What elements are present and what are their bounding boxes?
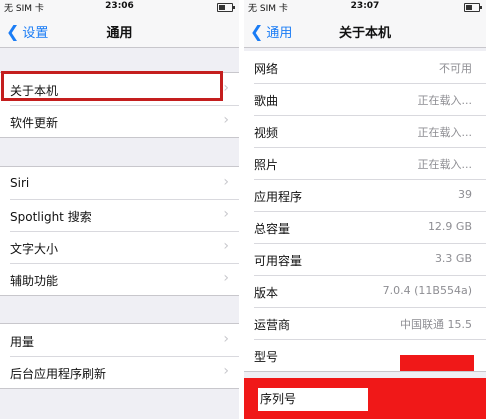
page-title: 关于本机 <box>338 26 391 41</box>
row-value: 3.3 GB <box>434 252 472 265</box>
row-label: 歌曲 <box>254 94 279 108</box>
row-label: 后台应用程序刷新 <box>10 367 107 381</box>
row-label: 文字大小 <box>10 242 59 256</box>
row-usage[interactable]: 用量 › <box>0 324 239 356</box>
row-value: 中国联通 15.5 <box>400 318 472 331</box>
row-value: 不可用 <box>439 62 472 75</box>
row-songs: 歌曲 正在载入... <box>244 83 486 115</box>
row-carrier: 运营商 中国联通 15.5 <box>244 307 486 339</box>
chevron-right-icon: › <box>223 331 229 347</box>
row-label: 软件更新 <box>10 116 59 130</box>
settings-group-siri: Siri › Spotlight 搜索 › 文字大小 › 辅助功能 › <box>0 166 239 296</box>
row-siri[interactable]: Siri › <box>0 167 239 199</box>
row-applications: 应用程序 39 <box>244 179 486 211</box>
chevron-right-icon: › <box>223 363 229 379</box>
row-software-update[interactable]: 软件更新 › <box>0 105 239 137</box>
row-label: 运营商 <box>254 318 291 332</box>
row-label: 总容量 <box>254 222 291 236</box>
row-accessibility[interactable]: 辅助功能 › <box>0 263 239 295</box>
chevron-right-icon: › <box>223 238 229 254</box>
row-network: 网络 不可用 <box>244 51 486 83</box>
about-info-list: 网络 不可用 歌曲 正在载入... 视频 正在载入... 照片 正在载入... … <box>244 51 486 372</box>
status-time: 23:06 <box>105 1 134 11</box>
row-capacity: 总容量 12.9 GB <box>244 211 486 243</box>
row-value: 12.9 GB <box>427 220 472 233</box>
row-available: 可用容量 3.3 GB <box>244 243 486 275</box>
model-redaction <box>400 355 474 371</box>
chevron-right-icon: › <box>223 270 229 286</box>
row-version: 版本 7.0.4 (11B554a) <box>244 275 486 307</box>
row-value: 39 <box>458 188 472 201</box>
chevron-right-icon: › <box>223 112 229 128</box>
row-label: 网络 <box>254 62 279 76</box>
row-about-device[interactable]: 关于本机 › <box>0 73 239 105</box>
row-label: 用量 <box>10 335 35 349</box>
row-background-refresh[interactable]: 后台应用程序刷新 › <box>0 356 239 388</box>
chevron-right-icon: › <box>223 174 229 190</box>
row-spotlight[interactable]: Spotlight 搜索 › <box>0 199 239 231</box>
serial-number-label: 序列号 <box>258 388 369 411</box>
row-value: 7.0.4 (11B554a) <box>382 284 472 297</box>
row-label: 关于本机 <box>10 84 59 98</box>
row-text-size[interactable]: 文字大小 › <box>0 231 239 263</box>
general-settings-screen: 无 SIM 卡 23:06 ❮ 设置 通用 关于本机 › 软件更新 › Siri… <box>0 0 239 419</box>
battery-icon <box>217 3 235 12</box>
row-label: 应用程序 <box>254 190 303 204</box>
row-label: 版本 <box>254 286 279 300</box>
row-label: 照片 <box>254 158 279 172</box>
row-label: Spotlight 搜索 <box>10 210 92 224</box>
page-title: 通用 <box>106 26 133 41</box>
chevron-right-icon: › <box>223 80 229 96</box>
row-label: 视频 <box>254 126 279 140</box>
status-bar: 无 SIM 卡 23:06 <box>0 0 239 14</box>
row-value: 正在载入... <box>417 94 473 107</box>
chevron-right-icon: › <box>223 206 229 222</box>
nav-bar: ❮ 设置 通用 <box>0 14 239 48</box>
row-label: 可用容量 <box>254 254 303 268</box>
row-videos: 视频 正在载入... <box>244 115 486 147</box>
status-bar: 无 SIM 卡 23:07 <box>244 0 486 14</box>
row-value: 正在载入... <box>417 158 473 171</box>
settings-group-usage: 用量 › 后台应用程序刷新 › <box>0 323 239 389</box>
row-value: 正在载入... <box>417 126 473 139</box>
row-label: Siri <box>10 176 30 190</box>
status-time: 23:07 <box>350 1 380 11</box>
row-label: 型号 <box>254 350 279 364</box>
row-label: 辅助功能 <box>10 274 59 288</box>
settings-group-about: 关于本机 › 软件更新 › <box>0 72 239 138</box>
battery-icon <box>464 3 482 12</box>
nav-bar: ❮ 通用 关于本机 <box>244 14 486 48</box>
row-photos: 照片 正在载入... <box>244 147 486 179</box>
